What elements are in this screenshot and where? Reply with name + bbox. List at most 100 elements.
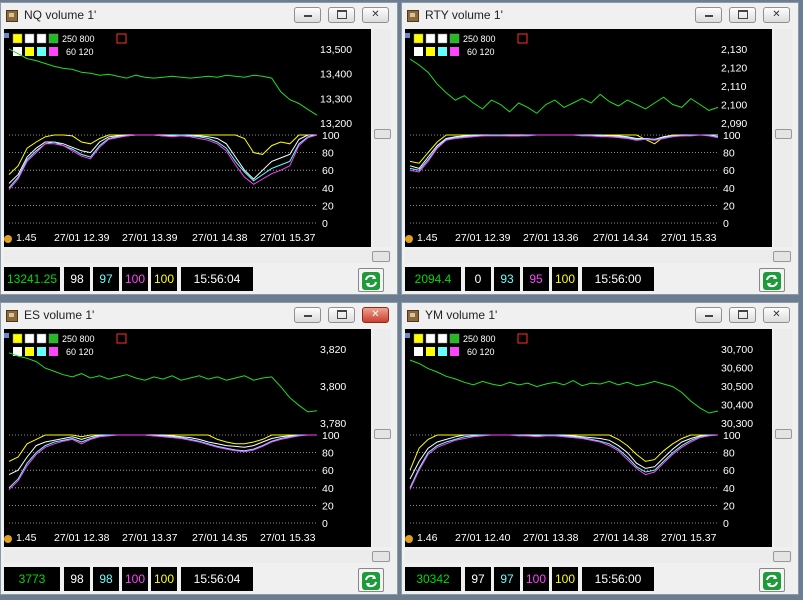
maximize-button[interactable]	[729, 7, 756, 23]
title-bar[interactable]: RTY volume 1' ✕	[402, 3, 798, 29]
minimize-button[interactable]	[695, 307, 722, 323]
pin-icon	[405, 33, 410, 38]
clock-time: 15:56:04	[181, 267, 253, 291]
legend-swatch-top	[24, 333, 35, 344]
horizontal-scrollbar[interactable]	[405, 550, 792, 563]
title-bar[interactable]: YM volume 1' ✕	[402, 303, 798, 329]
price-chart[interactable]: 250 800 60 120 3,820 3,800 3,780100 80 60 40 20 0…	[4, 329, 371, 547]
price-chart[interactable]: 250 800 60 120 2,130 2,120 2,110 2,100 2,09010…	[405, 29, 772, 247]
vertical-scroll-thumb[interactable]	[374, 429, 391, 439]
oscillator-axis-tick: 100	[723, 430, 741, 442]
close-button[interactable]: ✕	[362, 307, 389, 323]
vertical-scrollbar[interactable]	[373, 329, 391, 547]
vertical-scrollbar[interactable]	[774, 29, 792, 247]
value-1: 0	[465, 267, 491, 291]
refresh-icon	[362, 572, 380, 590]
legend-swatch-bottom	[438, 347, 447, 356]
close-button[interactable]: ✕	[763, 307, 790, 323]
vertical-scrollbar[interactable]	[774, 329, 792, 547]
time-axis-label: 27/01 13.36	[523, 232, 579, 244]
minimize-icon	[704, 15, 713, 18]
horizontal-scroll-thumb[interactable]	[773, 551, 791, 562]
legend-row-1: 250 800	[62, 34, 95, 44]
vertical-scroll-thumb[interactable]	[775, 129, 792, 139]
time-axis-label: 27/01 15.33	[661, 232, 717, 244]
title-bar[interactable]: ES volume 1' ✕	[1, 303, 397, 329]
oscillator-cyan-line	[409, 434, 718, 489]
legend-swatch-top	[12, 333, 23, 344]
legend-swatch-bottom	[414, 47, 423, 56]
price-axis-tick: 2,120	[721, 63, 747, 75]
horizontal-scroll-thumb[interactable]	[372, 551, 390, 562]
oscillator-axis-tick: 60	[723, 465, 735, 477]
price-axis-tick: 13,200	[320, 118, 352, 130]
minimize-button[interactable]	[294, 7, 321, 23]
legend-row-1: 250 800	[463, 34, 496, 44]
horizontal-scroll-thumb[interactable]	[773, 251, 791, 262]
maximize-button[interactable]	[729, 307, 756, 323]
legend-red-icon	[116, 33, 127, 44]
clock-time: 15:56:00	[582, 567, 654, 591]
oscillator-axis-tick: 0	[322, 518, 328, 530]
refresh-button[interactable]	[358, 568, 384, 592]
price-axis-tick: 30,600	[721, 363, 753, 375]
time-axis-label: 27/01 12.38	[54, 532, 110, 544]
legend-swatch-top	[12, 33, 23, 44]
value-1: 97	[465, 567, 491, 591]
legend: 250 800 60 120	[4, 33, 127, 57]
horizontal-scrollbar[interactable]	[405, 250, 792, 263]
legend-swatch-bottom	[426, 47, 435, 56]
oscillator-axis-tick: 100	[723, 130, 741, 142]
last-price: 30342	[405, 567, 461, 591]
time-axis-icon	[405, 535, 413, 543]
close-button[interactable]: ✕	[763, 7, 790, 23]
app-icon	[407, 10, 419, 22]
oscillator-axis-tick: 40	[322, 483, 334, 495]
price-axis-tick: 3,820	[320, 344, 346, 356]
vertical-scroll-thumb[interactable]	[374, 129, 391, 139]
legend-swatch-top	[36, 333, 47, 344]
maximize-button[interactable]	[328, 7, 355, 23]
window-title: RTY volume 1'	[425, 8, 503, 22]
time-axis-label: 1.45	[16, 232, 37, 244]
vertical-scrollbar[interactable]	[373, 29, 391, 247]
oscillator-magenta-line	[409, 134, 719, 173]
refresh-button[interactable]	[759, 268, 785, 292]
value-1: 98	[64, 267, 90, 291]
price-chart[interactable]: 250 800 60 120 30,700 30,600 30,500 30,400 30,…	[405, 329, 772, 547]
time-axis-label: 27/01 14.34	[593, 232, 649, 244]
horizontal-scroll-thumb[interactable]	[372, 251, 390, 262]
time-axis-icon	[4, 535, 12, 543]
horizontal-scrollbar[interactable]	[4, 250, 391, 263]
price-chart[interactable]: 250 800 60 120 13,500 13,400 13,300 13,200100…	[4, 29, 371, 247]
title-bar[interactable]: NQ volume 1' ✕	[1, 3, 397, 29]
time-axis-label: 27/01 14.35	[192, 532, 248, 544]
price-axis-tick: 2,110	[721, 81, 747, 93]
oscillator-axis-tick: 100	[322, 430, 340, 442]
refresh-button[interactable]	[358, 268, 384, 292]
minimize-button[interactable]	[695, 7, 722, 23]
minimize-button[interactable]	[294, 307, 321, 323]
oscillator-axis-tick: 0	[723, 218, 729, 230]
value-4: 100	[552, 267, 578, 291]
value-4: 100	[151, 567, 177, 591]
oscillator-axis-tick: 0	[322, 218, 328, 230]
minimize-icon	[303, 315, 312, 318]
time-axis-label: 27/01 14.38	[593, 532, 649, 544]
vertical-scroll-thumb[interactable]	[775, 429, 792, 439]
legend-red-icon	[517, 33, 528, 44]
price-axis-tick: 30,500	[721, 381, 753, 393]
price-line	[8, 48, 318, 116]
time-axis-label: 1.45	[417, 232, 438, 244]
minimize-icon	[704, 315, 713, 318]
value-2: 97	[93, 267, 119, 291]
legend-row-2: 60 120	[66, 347, 94, 357]
refresh-button[interactable]	[759, 568, 785, 592]
time-axis-label: 27/01 15.33	[260, 532, 316, 544]
maximize-icon	[336, 309, 347, 319]
maximize-button[interactable]	[328, 307, 355, 323]
time-axis-label: 27/01 15.37	[661, 532, 717, 544]
close-button[interactable]: ✕	[362, 7, 389, 23]
horizontal-scrollbar[interactable]	[4, 550, 391, 563]
app-icon	[6, 10, 18, 22]
